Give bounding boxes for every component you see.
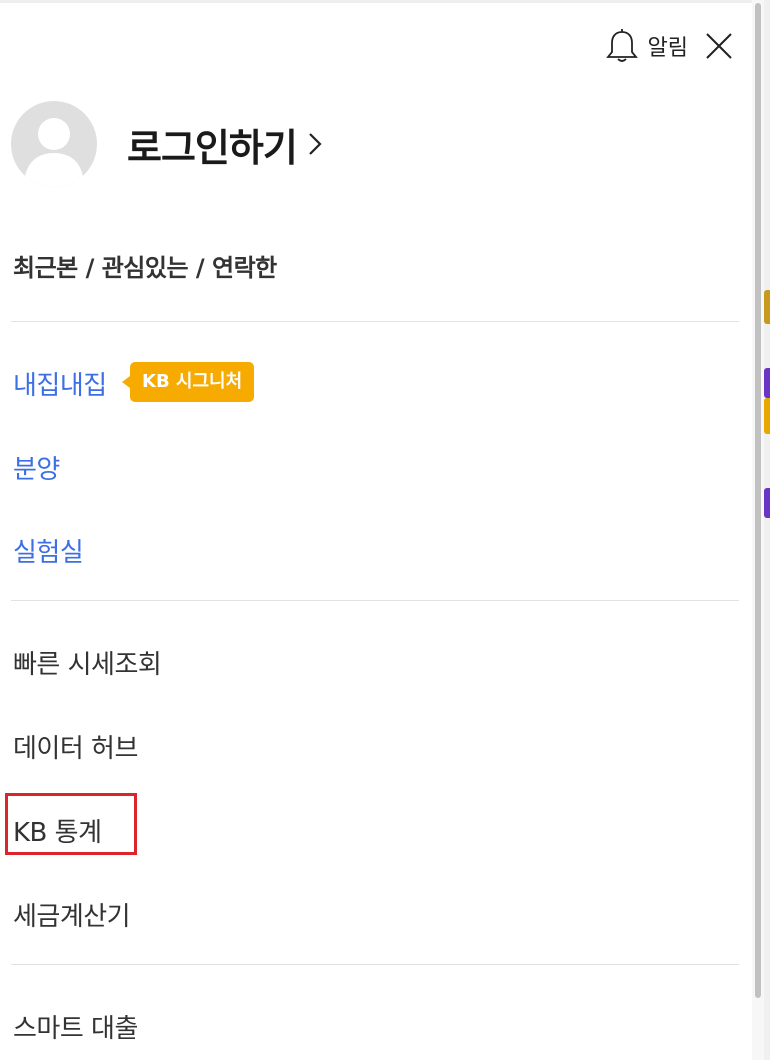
scrollbar[interactable]	[752, 0, 764, 1060]
menu-item-naejip[interactable]: 내집내집	[13, 365, 107, 402]
menu-item-data-hub[interactable]: 데이터 허브	[13, 728, 138, 765]
background-accent	[764, 488, 770, 518]
background-accent	[764, 290, 770, 324]
menu-item-tax-calculator[interactable]: 세금계산기	[13, 896, 131, 933]
user-avatar-icon	[11, 101, 97, 187]
menu-item-quick-price[interactable]: 빠른 시세조회	[13, 644, 162, 681]
kb-signature-badge: KB 시그니처	[121, 362, 255, 402]
divider	[11, 964, 739, 965]
login-link[interactable]: 로그인하기	[11, 101, 323, 187]
scrollbar-thumb[interactable]	[755, 3, 761, 998]
menu-item-smart-loan[interactable]: 스마트 대출	[13, 1008, 138, 1045]
bell-icon[interactable]	[604, 28, 640, 64]
background-accent	[764, 368, 770, 398]
divider	[11, 321, 739, 322]
alarm-label[interactable]: 알림	[648, 30, 688, 62]
top-bar: 알림	[604, 28, 734, 64]
close-icon[interactable]	[704, 31, 734, 61]
menu-item-bunyang[interactable]: 분양	[13, 449, 60, 486]
recent-links[interactable]: 최근본 / 관심있는 / 연락한	[13, 248, 277, 283]
menu-item-lab[interactable]: 실험실	[13, 532, 84, 569]
login-label: 로그인하기	[127, 125, 298, 170]
background-page-edge	[764, 0, 770, 1060]
chevron-right-icon	[307, 131, 323, 157]
page: 알림 로그인하기 최근본 / 관심있는 / 연락한 내집내집 KB 시그니처 분…	[0, 0, 770, 1060]
divider	[11, 600, 739, 601]
side-menu-panel: 알림 로그인하기 최근본 / 관심있는 / 연락한 내집내집 KB 시그니처 분…	[0, 0, 752, 1060]
background-accent	[764, 398, 770, 434]
highlight-box	[5, 793, 137, 855]
